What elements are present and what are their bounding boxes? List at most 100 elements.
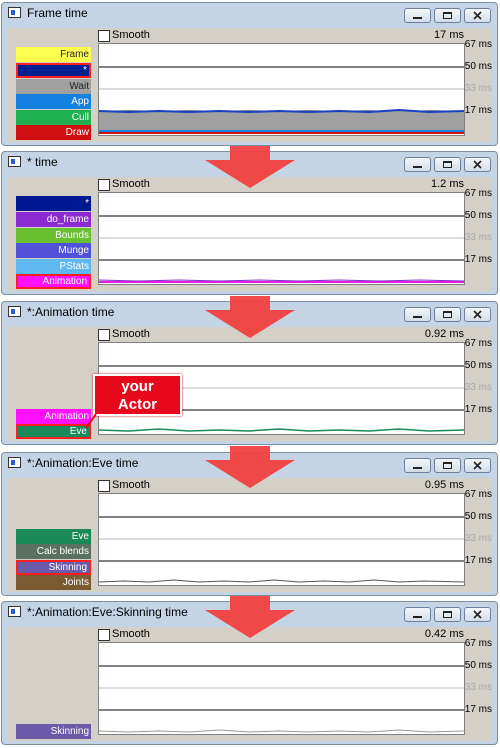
tick-label: 17 ms xyxy=(464,704,492,715)
window-title: Frame time xyxy=(27,6,88,20)
legend-item-skinning[interactable]: Skinning xyxy=(16,559,91,575)
legend-item-skinning[interactable]: Skinning xyxy=(16,724,91,740)
window-title: *:Animation:Eve time xyxy=(27,456,139,470)
legend: Skinning xyxy=(16,724,91,740)
smooth-label: Smooth xyxy=(112,628,150,640)
graph-panel: * do_frame Bounds Munge PStats Animation… xyxy=(8,177,492,291)
current-value: 0.92 ms xyxy=(424,328,464,340)
smooth-label: Smooth xyxy=(112,29,150,41)
legend-item-app[interactable]: App xyxy=(16,94,91,110)
close-button[interactable] xyxy=(464,458,491,473)
graph-panel: Animation Eve Smooth 0.92 ms 67 ms 50 ms… xyxy=(8,327,492,441)
tick-label: 33 ms xyxy=(464,83,492,94)
smooth-label: Smooth xyxy=(112,178,150,190)
legend-item-eve[interactable]: Eve xyxy=(16,424,91,440)
close-button[interactable] xyxy=(464,607,491,622)
tick-label: 33 ms xyxy=(464,533,492,544)
legend-item-calc-blends[interactable]: Calc blends xyxy=(16,544,91,560)
tick-label: 33 ms xyxy=(464,232,492,243)
legend-item-animation[interactable]: Animation xyxy=(16,274,91,290)
maximize-button[interactable] xyxy=(434,607,461,622)
window-title: *:Animation:Eve:Skinning time xyxy=(27,605,188,619)
legend-item-frame[interactable]: Frame xyxy=(16,47,91,63)
legend-item-cull[interactable]: Cull xyxy=(16,109,91,125)
legend-item-draw[interactable]: Draw xyxy=(16,125,91,141)
window-title: *:Animation time xyxy=(27,305,115,319)
maximize-button[interactable] xyxy=(434,8,461,23)
legend-item-do-frame[interactable]: do_frame xyxy=(16,212,91,228)
tick-label: 17 ms xyxy=(464,105,492,116)
smooth-checkbox[interactable] xyxy=(98,179,110,191)
maximize-button[interactable] xyxy=(434,157,461,172)
smooth-checkbox[interactable] xyxy=(98,480,110,492)
pstats-window-frame-time: Frame time Frame * Wait App Cull Draw Sm… xyxy=(1,2,498,146)
legend-item-joints[interactable]: Joints xyxy=(16,575,91,591)
callout-line-2: Actor xyxy=(117,396,158,413)
current-value: 0.95 ms xyxy=(424,479,464,491)
minimize-button[interactable] xyxy=(404,307,431,322)
graph-panel: Eve Calc blends Skinning Joints Smooth 0… xyxy=(8,478,492,592)
minimize-button[interactable] xyxy=(404,8,431,23)
window-icon xyxy=(8,7,21,18)
tick-label: 33 ms xyxy=(464,382,492,393)
tick-label: 67 ms xyxy=(464,638,492,649)
window-icon xyxy=(8,156,21,167)
tick-label: 50 ms xyxy=(464,61,492,72)
legend-item-pstats[interactable]: PStats xyxy=(16,258,91,274)
window-icon xyxy=(8,306,21,317)
graph-panel: Skinning Smooth 0.42 ms 67 ms 50 ms 33 m… xyxy=(8,627,492,741)
plot-area xyxy=(98,642,465,735)
plot-area xyxy=(98,493,465,586)
legend-item-munge[interactable]: Munge xyxy=(16,243,91,259)
legend-item-eve[interactable]: Eve xyxy=(16,528,91,544)
tick-label: 17 ms xyxy=(464,555,492,566)
minimize-button[interactable] xyxy=(404,607,431,622)
maximize-button[interactable] xyxy=(434,307,461,322)
legend: Animation Eve xyxy=(16,408,91,440)
graph-panel: Frame * Wait App Cull Draw Smooth 17 ms … xyxy=(8,28,492,142)
tick-label: 17 ms xyxy=(464,254,492,265)
legend-item-star[interactable]: * xyxy=(16,63,91,79)
legend-item-star[interactable]: * xyxy=(16,196,91,212)
current-value: 0.42 ms xyxy=(424,628,464,640)
tick-label: 67 ms xyxy=(464,338,492,349)
tick-label: 50 ms xyxy=(464,511,492,522)
callout-pointer xyxy=(85,414,97,429)
close-button[interactable] xyxy=(464,307,491,322)
window-icon xyxy=(8,606,21,617)
close-button[interactable] xyxy=(464,157,491,172)
window-title: * time xyxy=(27,155,58,169)
tick-label: 17 ms xyxy=(464,404,492,415)
arrow-down-icon xyxy=(205,146,295,188)
tick-label: 50 ms xyxy=(464,660,492,671)
arrow-down-icon xyxy=(205,596,295,638)
tick-label: 33 ms xyxy=(464,682,492,693)
smooth-checkbox[interactable] xyxy=(98,629,110,641)
smooth-label: Smooth xyxy=(112,479,150,491)
tick-label: 50 ms xyxy=(464,210,492,221)
minimize-button[interactable] xyxy=(404,157,431,172)
minimize-button[interactable] xyxy=(404,458,431,473)
smooth-label: Smooth xyxy=(112,328,150,340)
callout-line-1: your xyxy=(121,378,154,395)
smooth-checkbox[interactable] xyxy=(98,329,110,341)
legend-item-bounds[interactable]: Bounds xyxy=(16,227,91,243)
maximize-button[interactable] xyxy=(434,458,461,473)
plot-area xyxy=(98,43,465,136)
window-icon xyxy=(8,457,21,468)
current-value: 1.2 ms xyxy=(430,178,464,190)
tick-label: 67 ms xyxy=(464,39,492,50)
your-actor-callout: your Actor xyxy=(93,374,182,416)
legend-item-wait[interactable]: Wait xyxy=(16,78,91,94)
tick-label: 67 ms xyxy=(464,489,492,500)
close-button[interactable] xyxy=(464,8,491,23)
tick-label: 67 ms xyxy=(464,188,492,199)
smooth-checkbox[interactable] xyxy=(98,30,110,42)
arrow-down-icon xyxy=(205,296,295,338)
tick-label: 50 ms xyxy=(464,360,492,371)
plot-area xyxy=(98,192,465,285)
current-value: 17 ms xyxy=(434,29,464,41)
arrow-down-icon xyxy=(205,446,295,488)
title-bar[interactable]: Frame time xyxy=(2,3,497,25)
legend-item-animation[interactable]: Animation xyxy=(16,408,91,424)
